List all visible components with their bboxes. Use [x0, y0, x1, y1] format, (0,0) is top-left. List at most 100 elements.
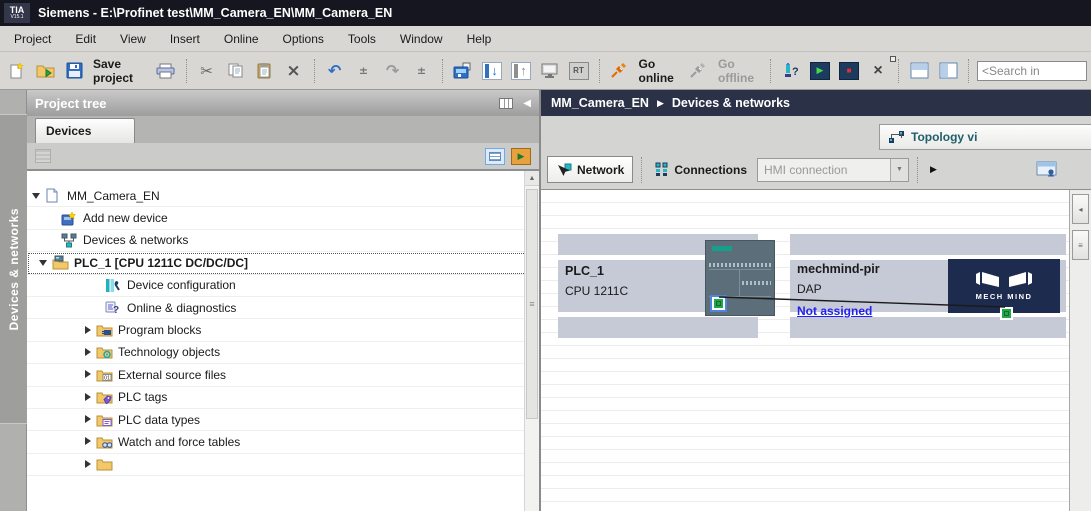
tia-portal-logo-icon: TIA V15.1: [4, 3, 30, 23]
menu-insert[interactable]: Insert: [170, 32, 200, 46]
tree-item-program-blocks[interactable]: Program blocks: [27, 319, 539, 342]
tree-item-plc-station[interactable]: PLC_1 [CPU 1211C DC/DC/DC]: [27, 252, 539, 275]
plc-device-image[interactable]: [705, 240, 775, 316]
tree-item-label: PLC data types: [118, 412, 201, 427]
menu-view[interactable]: View: [120, 32, 146, 46]
cross-reference-icon[interactable]: ×: [866, 55, 896, 84]
collapse-panel-icon[interactable]: ◀: [523, 98, 531, 109]
profinet-port[interactable]: [1000, 307, 1013, 320]
rail-tab-devices-networks[interactable]: Devices & networks: [0, 114, 27, 424]
expander-closed-icon[interactable]: [83, 392, 92, 402]
expander-closed-icon[interactable]: [83, 437, 92, 446]
tree-item-label: Add new device: [83, 211, 168, 226]
breadcrumb-separator-icon: ▶: [656, 97, 664, 108]
go-offline-icon[interactable]: [687, 58, 711, 84]
expander-closed-icon[interactable]: [83, 347, 92, 357]
start-simulation-icon[interactable]: [538, 58, 562, 84]
topology-view-icon: [888, 130, 905, 144]
device-plc[interactable]: PLC_1 CPU 1211C: [558, 234, 775, 338]
sort-icon[interactable]: [35, 149, 51, 163]
save-project-icon[interactable]: [62, 58, 86, 84]
tree-item-technology-objects[interactable]: Technology objects: [27, 342, 539, 365]
tab-topology-view[interactable]: Topology vi: [879, 124, 1091, 150]
menu-edit[interactable]: Edit: [75, 32, 96, 46]
collapsed-panel-tab[interactable]: ◂: [1072, 194, 1089, 224]
tree-item-label: Watch and force tables: [118, 434, 241, 449]
tree-item-plc-tags[interactable]: PLC tags: [27, 387, 539, 409]
overview-icon[interactable]: ▶: [511, 147, 531, 165]
undo-dropdown-icon[interactable]: ±: [352, 58, 376, 84]
go-online-icon[interactable]: [608, 58, 632, 84]
collapsed-panel-tab[interactable]: ≡: [1072, 230, 1089, 260]
tree-item-online-diagnostics[interactable]: ? Online & diagnostics: [27, 297, 539, 320]
device-mechmind[interactable]: mechmind-pir DAP Not assigned MECH MIND: [790, 234, 1066, 338]
tree-item-external-source-files[interactable]: 01 External source files: [27, 364, 539, 387]
devices-networks-icon: [61, 233, 78, 248]
download-to-device-icon[interactable]: ↓: [480, 58, 504, 84]
menu-project[interactable]: Project: [14, 32, 51, 46]
split-editor-vertical-icon[interactable]: [936, 58, 960, 84]
split-editor-horizontal-icon[interactable]: [907, 58, 931, 84]
toolbar-overflow-icon[interactable]: ▶: [930, 164, 937, 175]
breadcrumb-project[interactable]: MM_Camera_EN: [551, 96, 649, 110]
tree-item-watch-force-tables[interactable]: Watch and force tables: [27, 431, 539, 454]
open-project-icon[interactable]: [33, 58, 57, 84]
tree-item-partial[interactable]: [27, 454, 539, 477]
device-name[interactable]: mechmind-pir: [797, 262, 880, 276]
redo-icon[interactable]: ↷: [381, 58, 405, 84]
go-offline-label[interactable]: Go offline: [718, 57, 760, 85]
network-mode-button[interactable]: Network: [547, 156, 634, 183]
network-view-canvas[interactable]: PLC_1 CPU 1211C mechmind-pir DAP Not ass…: [541, 190, 1091, 511]
expander-closed-icon[interactable]: [83, 459, 92, 469]
project-tree-scrollbar[interactable]: ▲ ≡: [524, 171, 539, 511]
undo-icon[interactable]: ↶: [323, 58, 347, 84]
tab-devices[interactable]: Devices: [35, 118, 135, 143]
expander-open-icon[interactable]: [32, 191, 41, 200]
tree-item-add-new-device[interactable]: Add new device: [27, 207, 539, 230]
device-band: [790, 234, 1066, 255]
print-icon[interactable]: [154, 58, 178, 84]
copy-icon[interactable]: [224, 58, 248, 84]
redo-dropdown-icon[interactable]: ±: [410, 58, 434, 84]
scrollbar-thumb[interactable]: ≡: [526, 189, 538, 419]
search-input[interactable]: [977, 60, 1087, 81]
accessible-devices-icon[interactable]: ?: [779, 58, 803, 84]
menu-help[interactable]: Help: [467, 32, 492, 46]
cut-icon[interactable]: ✂: [195, 58, 219, 84]
tree-item-plc-data-types[interactable]: PLC data types: [27, 409, 539, 432]
tree-item-project[interactable]: MM_Camera_EN: [27, 185, 539, 208]
menu-window[interactable]: Window: [400, 32, 443, 46]
details-view-icon[interactable]: [485, 147, 505, 165]
stop-cpu-icon[interactable]: ■: [837, 58, 861, 84]
delete-icon[interactable]: ×: [282, 58, 306, 84]
connection-type-select[interactable]: HMI connection ▼: [757, 157, 910, 182]
tree-item-devices-networks[interactable]: Devices & networks: [27, 230, 539, 253]
menu-online[interactable]: Online: [224, 32, 259, 46]
breadcrumb-page[interactable]: Devices & networks: [672, 96, 790, 110]
menu-options[interactable]: Options: [283, 32, 324, 46]
scroll-up-icon[interactable]: ▲: [525, 171, 539, 186]
columns-icon[interactable]: [499, 97, 514, 109]
toolbar-separator: [441, 58, 443, 83]
upload-from-device-icon[interactable]: ↑: [509, 58, 533, 84]
not-assigned-link[interactable]: Not assigned: [797, 304, 872, 318]
compile-icon[interactable]: [451, 58, 475, 84]
new-project-icon[interactable]: [4, 58, 28, 84]
save-project-label[interactable]: Save project: [93, 57, 147, 85]
show-page-panel-icon[interactable]: [1036, 161, 1057, 178]
runtime-icon[interactable]: RT: [567, 58, 591, 84]
connections-mode-button[interactable]: Connections: [650, 162, 751, 177]
tree-item-device-configuration[interactable]: Device configuration: [27, 275, 539, 297]
combo-arrow-icon[interactable]: ▼: [890, 158, 909, 181]
expander-open-icon[interactable]: [39, 258, 48, 267]
expander-closed-icon[interactable]: [83, 325, 92, 335]
menu-tools[interactable]: Tools: [348, 32, 376, 46]
device-name[interactable]: PLC_1: [565, 264, 604, 278]
profinet-port[interactable]: [712, 297, 725, 310]
start-cpu-icon[interactable]: ▶: [808, 58, 832, 84]
paste-icon[interactable]: [253, 58, 277, 84]
go-online-label[interactable]: Go online: [639, 57, 681, 85]
expander-closed-icon[interactable]: [83, 415, 92, 424]
expander-closed-icon[interactable]: [83, 370, 92, 379]
mechmind-device-image[interactable]: MECH MIND: [948, 259, 1060, 320]
